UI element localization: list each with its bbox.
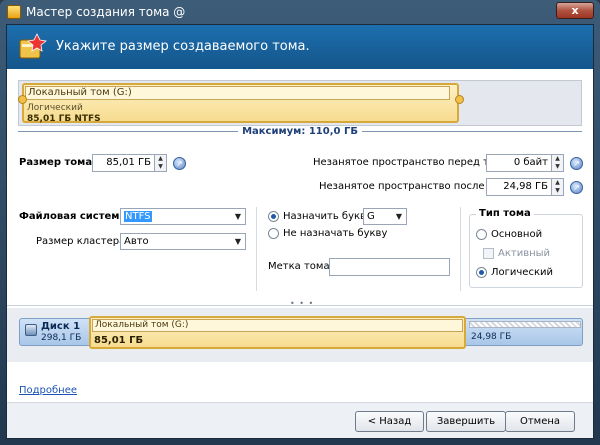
cancel-button[interactable]: Отмена (505, 411, 575, 432)
partition-block[interactable]: Локальный том (G:) Логический 85,01 ГБ N… (22, 83, 459, 124)
disk-row[interactable]: Диск 1 298,1 ГБ Локальный том (G:) 85,01… (19, 316, 583, 349)
close-button[interactable]: x (556, 2, 594, 19)
free-before-field[interactable]: 0 байт (486, 154, 552, 172)
no-letter-radio[interactable] (268, 228, 279, 239)
active-checkbox[interactable] (483, 248, 494, 259)
resize-handle-right[interactable] (455, 95, 464, 104)
free-after-action-icon[interactable]: ↗ (570, 181, 583, 194)
disk-partition-size: 85,01 ГБ (94, 335, 144, 346)
unallocated-space[interactable] (469, 321, 581, 328)
wizard-header: Укажите размер создаваемого тома. (7, 25, 593, 69)
free-after-spinner[interactable]: ▲ ▼ (551, 178, 564, 196)
disk-partition[interactable]: Локальный том (G:) 85,01 ГБ (89, 316, 466, 349)
partition-size: 85,01 ГБ NTFS (27, 114, 101, 124)
file-system-select[interactable]: NTFS ▼ (120, 208, 246, 225)
partition-bar[interactable]: Локальный том (G:) Логический 85,01 ГБ N… (18, 80, 582, 126)
partition-type: Логический (27, 103, 83, 113)
volume-size-action-icon[interactable]: ↗ (173, 157, 186, 170)
primary-radio[interactable] (476, 229, 487, 240)
free-before-action-icon[interactable]: ↗ (570, 157, 583, 170)
partition-name: Локальный том (G:) (25, 86, 450, 100)
active-label: Активный (498, 248, 551, 259)
window-title: Мастер создания тома @ (26, 5, 186, 19)
resize-handle-left[interactable] (18, 95, 27, 104)
more-info-link[interactable]: Подробнее (19, 385, 77, 396)
volume-type-title: Тип тома (476, 208, 534, 219)
free-after-field[interactable]: 24,98 ГБ (486, 178, 552, 196)
max-size-label: Максимум: 110,0 ГБ (238, 126, 362, 137)
chevron-down-icon: ▼ (395, 212, 403, 221)
volume-label-label: Метка тома: (268, 261, 333, 272)
free-before-spinner[interactable]: ▲ ▼ (551, 154, 564, 172)
wizard-footer: < Назад Завершить Отмена (7, 402, 593, 438)
cluster-size-label: Размер кластера: (36, 236, 129, 247)
drive-letter-select[interactable]: G ▼ (363, 208, 407, 225)
finish-button[interactable]: Завершить (426, 411, 506, 432)
logical-radio[interactable] (476, 267, 487, 278)
logical-label: Логический (491, 267, 553, 278)
app-icon (7, 5, 21, 19)
file-system-label: Файловая система: (19, 211, 131, 222)
cluster-size-select[interactable]: Авто ▼ (120, 233, 246, 250)
volume-label-field[interactable] (329, 258, 450, 276)
disk-label: Диск 1 298,1 ГБ (22, 320, 84, 344)
chevron-down-icon: ▼ (234, 212, 242, 221)
disk-name: Диск 1 (41, 321, 81, 332)
no-letter-label: Не назначать букву (283, 228, 388, 239)
disk-capacity: 298,1 ГБ (41, 333, 82, 343)
cluster-size-value: Авто (124, 236, 149, 247)
primary-label: Основной (491, 229, 543, 240)
back-button[interactable]: < Назад (355, 411, 424, 432)
title-bar[interactable]: Мастер создания тома @ x (0, 0, 600, 24)
disk-map: Диск 1 298,1 ГБ Локальный том (G:) 85,01… (7, 308, 593, 362)
volume-size-label: Размер тома: (19, 157, 97, 168)
wizard-client: Укажите размер создаваемого тома. Локаль… (6, 24, 594, 439)
disk-partition-name: Локальный том (G:) (92, 319, 463, 332)
assign-letter-radio[interactable] (268, 211, 279, 222)
divider (460, 207, 461, 291)
disk-icon (25, 324, 37, 336)
splitter-grip-icon[interactable]: • • • (290, 299, 314, 308)
volume-size-spinner[interactable]: ▲ ▼ (154, 154, 167, 172)
volume-wizard-icon (19, 33, 47, 59)
volume-size-field[interactable]: 85,01 ГБ (92, 154, 155, 172)
drive-letter-value: G (367, 211, 375, 222)
file-system-value: NTFS (124, 211, 152, 222)
divider (256, 207, 257, 291)
chevron-down-icon: ▼ (234, 237, 242, 246)
unallocated-size: 24,98 ГБ (471, 332, 512, 342)
wizard-window: Мастер создания тома @ x Укажите размер … (0, 0, 600, 445)
assign-letter-label: Назначить букву: (283, 211, 376, 222)
page-title: Укажите размер создаваемого тома. (56, 39, 310, 54)
